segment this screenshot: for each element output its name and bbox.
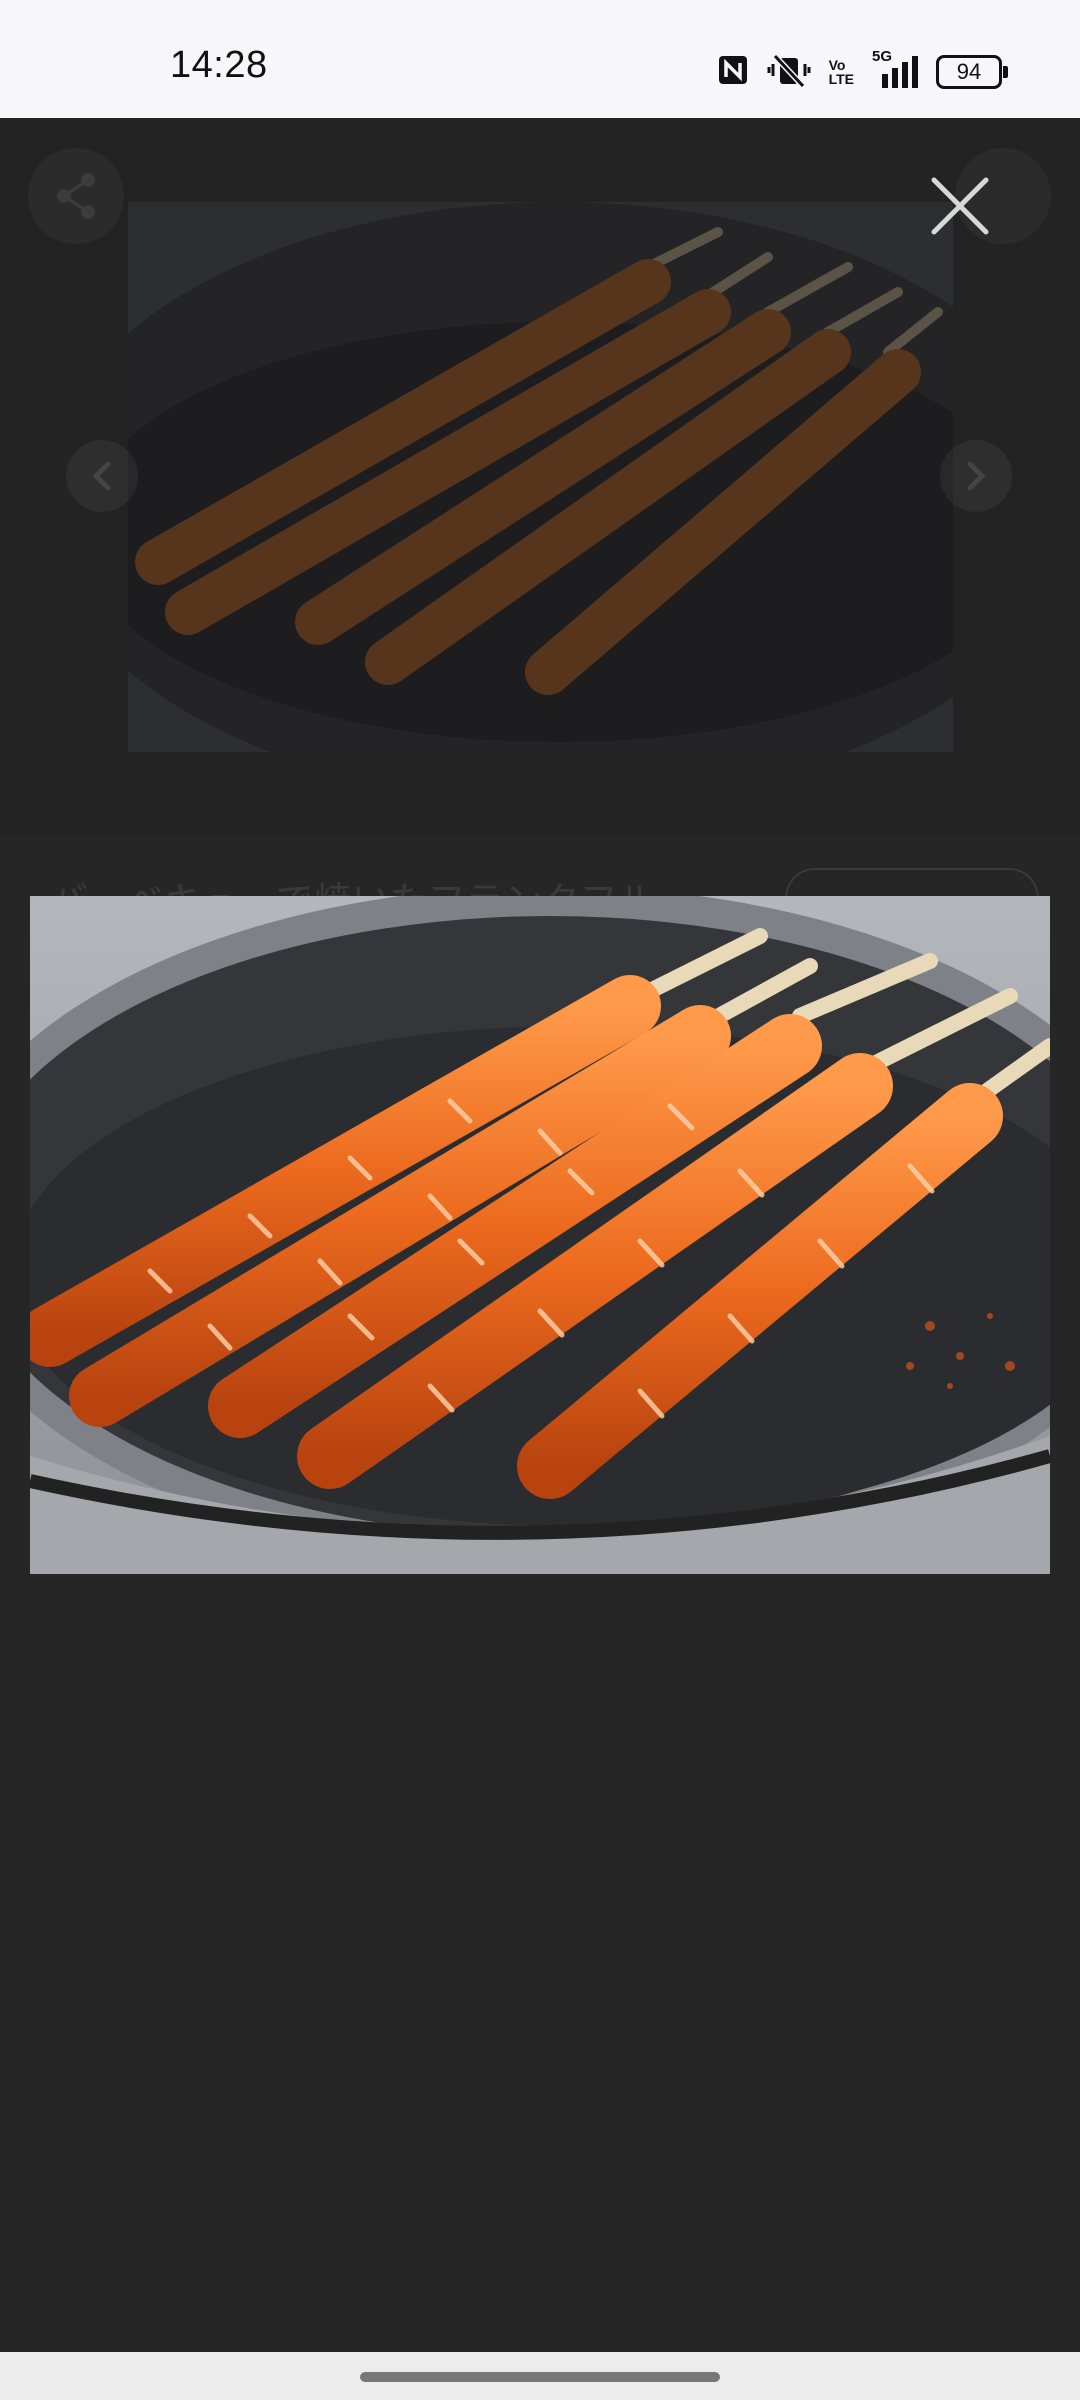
next-image-button[interactable] bbox=[940, 440, 1012, 512]
close-button[interactable] bbox=[920, 166, 1000, 246]
share-icon bbox=[57, 173, 95, 219]
volte-bottom: LTE bbox=[828, 71, 854, 87]
preview-image[interactable] bbox=[30, 896, 1050, 1574]
nfc-icon bbox=[717, 54, 749, 91]
home-gesture-handle[interactable] bbox=[360, 2372, 720, 2382]
chevron-right-icon bbox=[967, 461, 986, 491]
share-button[interactable] bbox=[28, 148, 124, 244]
volte-indicator: Vo LTE bbox=[829, 58, 854, 86]
volte-top: Vo bbox=[828, 57, 846, 73]
close-icon bbox=[931, 177, 989, 235]
chevron-left-icon bbox=[92, 461, 111, 491]
status-icons: Vo LTE 5G 94 bbox=[717, 48, 1008, 94]
status-bar: 14:28 Vo LTE 5G 94 bbox=[0, 0, 1080, 118]
previous-image-button[interactable] bbox=[66, 440, 138, 512]
status-time: 14:28 bbox=[170, 44, 268, 86]
battery-indicator: 94 bbox=[936, 55, 1008, 89]
navigation-bar bbox=[0, 2352, 1080, 2400]
vibrate-mute-icon bbox=[767, 52, 811, 93]
signal-icon: 5G bbox=[872, 48, 918, 90]
background-photo bbox=[128, 202, 953, 752]
sausage-photo bbox=[30, 896, 1050, 1574]
